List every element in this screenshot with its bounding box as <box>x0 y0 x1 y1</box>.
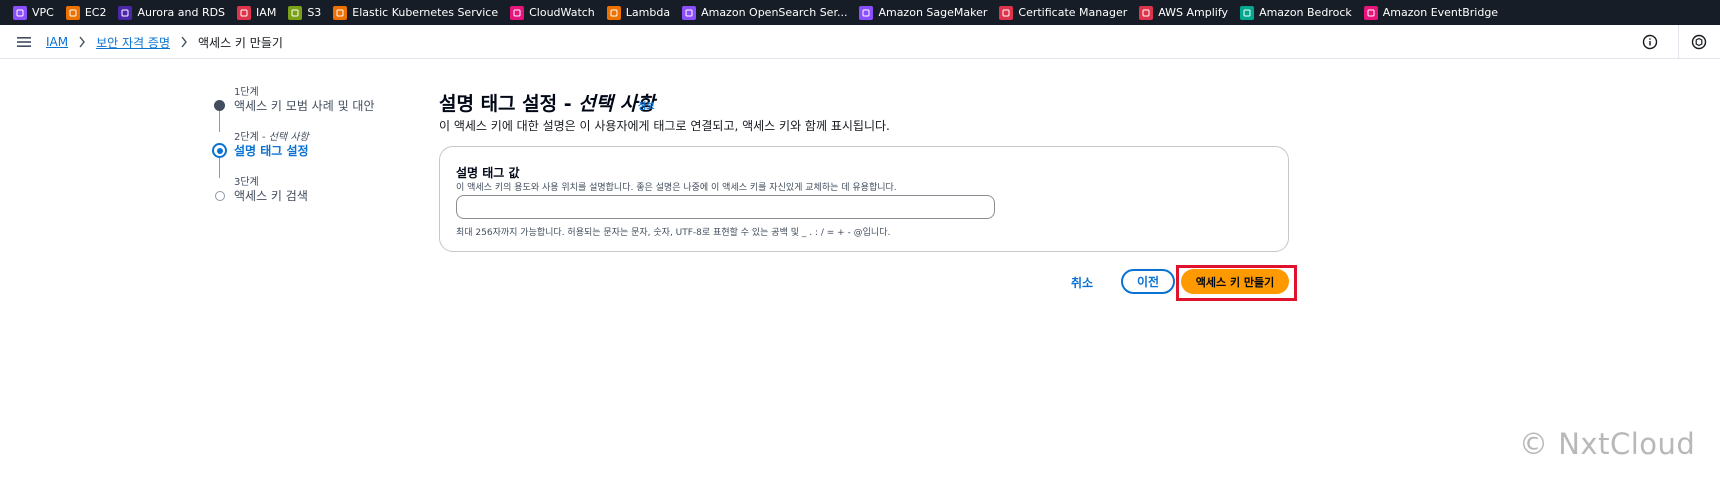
favorite-label: Certificate Manager <box>1018 6 1128 19</box>
rds-icon <box>118 5 133 20</box>
ec2-icon <box>65 5 80 20</box>
favorite-label: Elastic Kubernetes Service <box>352 6 499 19</box>
favorite-sagemaker[interactable]: Amazon SageMaker <box>859 0 987 25</box>
info-icon[interactable] <box>1642 34 1658 50</box>
breadcrumb-credentials-link[interactable]: 보안 자격 증명 <box>96 34 170 51</box>
opensearch-icon <box>682 5 697 20</box>
favorite-label: Amazon EventBridge <box>1382 6 1499 19</box>
favorite-label: Amazon Bedrock <box>1259 6 1352 19</box>
favorite-iam[interactable]: IAM <box>237 0 276 25</box>
info-link[interactable]: 정보 <box>638 99 655 112</box>
favorite-label: EC2 <box>84 6 107 19</box>
favorite-ec2[interactable]: EC2 <box>65 0 107 25</box>
breadcrumb: IAM 보안 자격 증명 액세스 키 만들기 <box>46 25 283 59</box>
watermark: © NxtCloud <box>1519 427 1696 461</box>
step-active-icon <box>212 143 227 158</box>
description-tag-constraint: 최대 256자까지 가능합니다. 허용되는 문자는 문자, 숫자, UTF-8로… <box>456 228 891 238</box>
step-1-number: 1단계 <box>234 87 259 98</box>
chevron-right-icon <box>181 36 187 48</box>
favorite-eks[interactable]: Elastic Kubernetes Service <box>333 0 498 25</box>
favorite-vpc[interactable]: VPC <box>13 0 54 25</box>
eventbridge-icon <box>1363 5 1378 20</box>
description-tag-input[interactable] <box>456 195 995 219</box>
previous-button[interactable]: 이전 <box>1121 269 1175 294</box>
breadcrumb-iam-link[interactable]: IAM <box>46 35 68 49</box>
favorite-bedrock[interactable]: Amazon Bedrock <box>1240 0 1352 25</box>
amplify-icon <box>1139 5 1154 20</box>
step-3-title: 액세스 키 검색 <box>234 189 308 203</box>
favorite-label: IAM <box>256 6 277 19</box>
chevron-right-icon <box>79 36 86 48</box>
favorite-s3[interactable]: S3 <box>288 0 321 25</box>
description-tag-label: 설명 태그 값 <box>456 166 520 180</box>
favorite-label: Amazon OpenSearch Ser... <box>701 6 848 19</box>
hamburger-menu-icon[interactable] <box>16 34 32 50</box>
certificate-icon <box>999 5 1014 20</box>
step-2-number: 2단계 - 선택 사항 <box>234 128 309 143</box>
step-connector <box>219 111 220 132</box>
favorite-cloudwatch[interactable]: CloudWatch <box>510 0 595 25</box>
step-2-title: 설명 태그 설정 <box>234 144 309 158</box>
step-1-title: 액세스 키 모범 사례 및 대안 <box>234 99 375 113</box>
favorite-label: Amazon SageMaker <box>878 6 988 19</box>
favorite-label: S3 <box>307 6 322 19</box>
lambda-icon <box>606 5 621 20</box>
nav-divider <box>1678 25 1679 59</box>
step-complete-icon <box>214 100 225 111</box>
step-pending-icon <box>215 191 225 201</box>
favorite-amplify[interactable]: AWS Amplify <box>1139 0 1228 25</box>
favorite-eventbridge[interactable]: Amazon EventBridge <box>1363 0 1499 25</box>
cloudwatch-icon <box>510 5 525 20</box>
favorite-lambda[interactable]: Lambda <box>606 0 671 25</box>
iam-icon <box>237 5 252 20</box>
step-connector <box>219 158 220 178</box>
favorite-label: Lambda <box>625 6 671 19</box>
bedrock-icon <box>1240 5 1255 20</box>
breadcrumb-bar: IAM 보안 자격 증명 액세스 키 만들기 <box>0 25 1720 59</box>
description-tag-panel: 설명 태그 값 이 액세스 키의 용도와 사용 위치를 설명합니다. 좋은 설명… <box>439 146 1289 252</box>
favorite-label: VPC <box>32 6 54 19</box>
favorite-rds[interactable]: Aurora and RDS <box>118 0 225 25</box>
eks-icon <box>333 5 348 20</box>
cancel-button[interactable]: 취소 <box>1071 270 1093 294</box>
page-title-text: 설명 태그 설정 - <box>439 93 579 115</box>
favorite-certificate[interactable]: Certificate Manager <box>999 0 1127 25</box>
vpc-icon <box>13 5 27 20</box>
sagemaker-icon <box>859 5 874 20</box>
page-title: 설명 태그 설정 - 선택 사항 <box>439 89 655 116</box>
favorites-bar: VPC EC2 Aurora and RDS IAM S3 Elastic Kuberne… <box>0 0 1720 25</box>
create-access-key-button[interactable]: 액세스 키 만들기 <box>1181 269 1289 294</box>
favorite-label: Aurora and RDS <box>137 6 226 19</box>
settings-icon[interactable] <box>1691 34 1707 50</box>
step-3-number: 3단계 <box>234 177 259 188</box>
favorite-label: AWS Amplify <box>1158 6 1229 19</box>
favorite-label: CloudWatch <box>529 6 595 19</box>
s3-icon <box>288 5 303 20</box>
favorite-opensearch[interactable]: Amazon OpenSearch Ser... <box>682 0 847 25</box>
page-description: 이 액세스 키에 대한 설명은 이 사용자에게 태그로 연결되고, 액세스 키와… <box>439 119 890 133</box>
description-tag-help: 이 액세스 키의 용도와 사용 위치를 설명합니다. 좋은 설명은 나중에 이 … <box>456 183 897 193</box>
breadcrumb-current: 액세스 키 만들기 <box>197 35 283 50</box>
nav-right-tools <box>1642 25 1720 59</box>
